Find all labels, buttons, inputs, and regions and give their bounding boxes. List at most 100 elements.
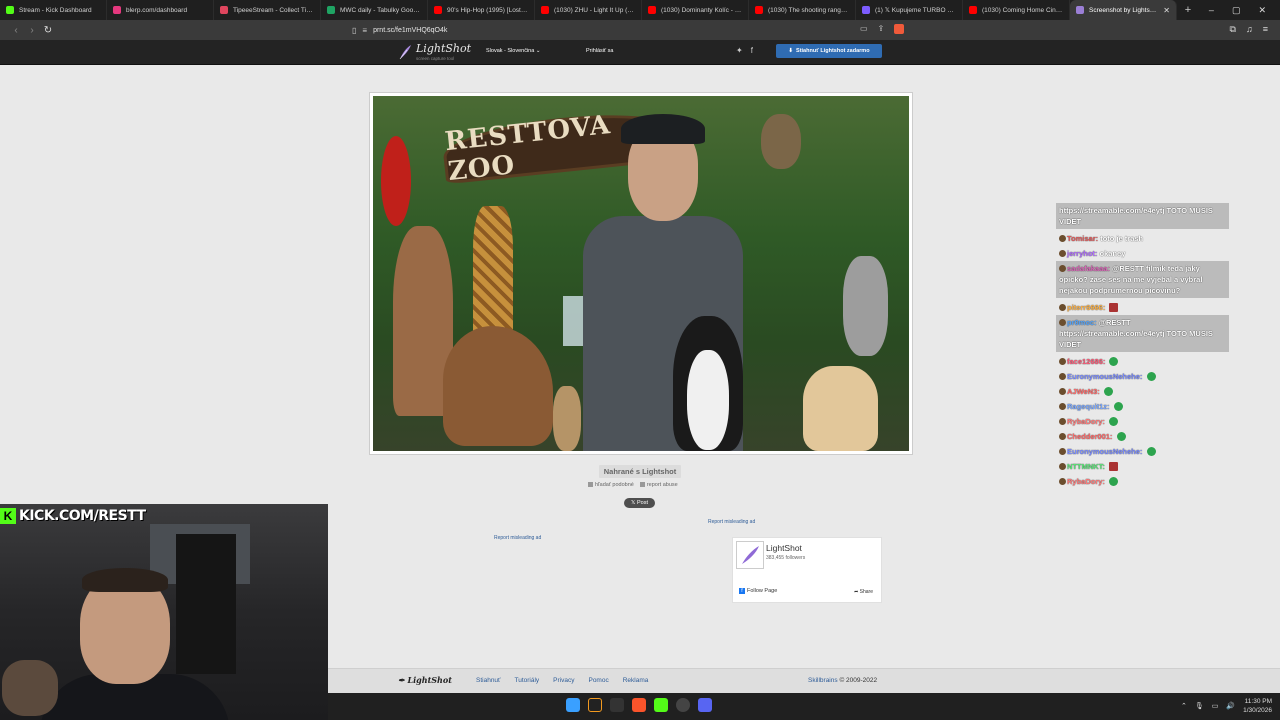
discord-icon[interactable]	[698, 698, 712, 712]
report-ad-link-left[interactable]: Report misleading ad	[494, 535, 541, 541]
tab-close-icon[interactable]: ✕	[1163, 6, 1170, 15]
chat-username[interactable]: Tomisar:	[1067, 234, 1098, 243]
close-window-icon[interactable]: ✕	[1258, 5, 1266, 16]
chat-message: face12686:	[1056, 354, 1229, 369]
webcam-overlay: K KICK.COM/RESTT	[0, 504, 328, 720]
chat-username[interactable]: Chedder001:	[1067, 432, 1112, 441]
lightshot-logo[interactable]: LightShot screen capture tool	[398, 43, 471, 61]
tab-title: blerp.com/dashboard	[126, 6, 188, 14]
mic-icon[interactable]: 🎙	[1195, 702, 1204, 710]
clock[interactable]: 11:30 PM 1/30/2026	[1243, 697, 1272, 715]
chat-username[interactable]: EuronymousNehehe:	[1067, 372, 1142, 381]
man-cap	[621, 114, 705, 144]
footer-logo[interactable]: ✒ LightShot	[398, 675, 452, 685]
meerkat-figure	[553, 386, 581, 451]
x-post-button[interactable]: 𝕏 Post	[624, 498, 655, 508]
kick-app-icon[interactable]	[654, 698, 668, 712]
chat-username[interactable]: sadafakaaa:	[1067, 264, 1110, 273]
chevron-down-icon: ⌄	[535, 48, 541, 54]
fb-page-name[interactable]: LightShot	[766, 543, 802, 553]
lightshot-header: LightShot screen capture tool Slovak - S…	[0, 40, 1280, 65]
chat-username[interactable]: jerryhot:	[1067, 249, 1097, 258]
url-field[interactable]: ▯ ≡ prnt.sc/fe1mVHQ6qO4k	[352, 23, 912, 37]
maximize-icon[interactable]: ▢	[1232, 5, 1241, 16]
chat-username[interactable]: AJWeN3:	[1067, 387, 1100, 396]
footer-link-tutorials[interactable]: Tutoriály	[514, 677, 539, 684]
minimize-icon[interactable]: –	[1209, 5, 1214, 15]
chat-username[interactable]: RybaDory:	[1067, 477, 1105, 486]
report-ad-link-right[interactable]: Report misleading ad	[708, 519, 755, 525]
bookmark-icon[interactable]: ▯	[352, 26, 356, 35]
language-select[interactable]: Slovak - Slovenčina ⌄	[486, 48, 540, 54]
lemur-figure	[843, 256, 888, 356]
footer-link-download[interactable]: Stiahnuť	[476, 677, 500, 684]
login-link[interactable]: Prihlásiť sa	[586, 48, 613, 54]
follow-page-button[interactable]: f Follow Page	[739, 588, 777, 594]
chat-username[interactable]: Ragequit1z:	[1067, 402, 1110, 411]
cast-icon[interactable]: ▭	[860, 24, 868, 34]
browser-tab[interactable]: MWC daily - Tabulky Google	[321, 0, 428, 20]
windows-start-icon[interactable]	[566, 698, 580, 712]
chevron-up-icon[interactable]: ⌃	[1181, 702, 1187, 710]
chat-username[interactable]: NTTMNKT:	[1067, 462, 1105, 471]
chat-text: toto je trash	[1100, 234, 1144, 243]
chat-username[interactable]: piterr6666:	[1067, 303, 1105, 312]
skillbrains-link[interactable]: Skillbrains	[808, 677, 838, 684]
share-icon[interactable]: ⇪	[878, 24, 885, 34]
find-similar-label: hľadať podobné	[595, 482, 634, 488]
browser-tab[interactable]: (1) 𝕏 Kupujeme TURBO na po	[856, 0, 963, 20]
forward-arrow-icon[interactable]: ›	[24, 25, 40, 36]
address-bar: ‹ › ↻ ▯ ≡ prnt.sc/fe1mVHQ6qO4k ▭ ⇪ ⧉ ♫ ≡	[0, 20, 1280, 40]
fl-studio-icon[interactable]	[588, 698, 602, 712]
volume-icon[interactable]: 🔊	[1226, 702, 1235, 710]
chat-message: EuronymousNehehe:	[1056, 369, 1229, 384]
download-button[interactable]: ⬇ Stiahnuť Lightshot zadarmo	[776, 44, 882, 58]
chat-username[interactable]: face12686:	[1067, 357, 1105, 366]
menu-icon[interactable]: ≡	[1263, 24, 1268, 35]
extensions-icon[interactable]: ⧉	[1230, 24, 1236, 35]
report-abuse-link[interactable]: report abuse	[639, 482, 678, 488]
browser-tab[interactable]: Screenshot by Lightshot ✕	[1070, 0, 1177, 20]
browser-tab[interactable]: (1030) ZHU - Light It Up (feat.	[535, 0, 642, 20]
terminal-icon[interactable]	[610, 698, 624, 712]
site-info-icon[interactable]: ≡	[362, 26, 367, 35]
feather-icon	[399, 45, 411, 60]
emote-icon	[1109, 303, 1119, 312]
browser-tab[interactable]: blerp.com/dashboard	[107, 0, 214, 20]
browser-tab[interactable]: Stream - Kick Dashboard	[0, 0, 107, 20]
download-label: Stiahnuť Lightshot zadarmo	[796, 48, 870, 54]
facebook-icon[interactable]: f	[751, 46, 753, 55]
browser-tab[interactable]: 90's Hip-Hop (1995) [Lost Der	[428, 0, 535, 20]
facebook-icon: f	[739, 588, 745, 594]
footer-links: Stiahnuť Tutoriály Privacy Pomoc Reklama	[476, 677, 648, 684]
back-arrow-icon[interactable]: ‹	[8, 25, 24, 36]
footer-link-privacy[interactable]: Privacy	[553, 677, 574, 684]
chat-username[interactable]: EuronymousNehehe:	[1067, 447, 1142, 456]
badge-icon	[1059, 418, 1066, 425]
cam-background-door	[176, 534, 236, 674]
emote-icon	[1103, 387, 1113, 396]
reload-icon[interactable]: ↻	[40, 25, 56, 36]
obs-icon[interactable]	[676, 698, 690, 712]
network-icon[interactable]: ▭	[1212, 702, 1219, 710]
new-tab-button[interactable]: +	[1177, 0, 1199, 20]
footer-link-ads[interactable]: Reklama	[623, 677, 649, 684]
media-icon[interactable]: ♫	[1246, 24, 1253, 35]
browser-tab[interactable]: TipeeeStream - Collect Tips wi	[214, 0, 321, 20]
chat-message: Tomisar: toto je trash	[1056, 231, 1229, 246]
browser-tab[interactable]: (1030) Dominanty Kolíc - ZOO	[642, 0, 749, 20]
chat-username[interactable]: RybaDory:	[1067, 417, 1105, 426]
twitter-icon[interactable]: ✦	[736, 46, 743, 55]
tab-favicon-icon	[541, 6, 549, 14]
browser-tab[interactable]: (1030) Coming Home Cinemati	[963, 0, 1070, 20]
lightshot-avatar[interactable]	[736, 541, 764, 569]
chat-username[interactable]: pr0moc:	[1067, 318, 1097, 327]
brave-shield-icon[interactable]	[894, 24, 905, 34]
share-button[interactable]: ➦ Share	[854, 589, 873, 595]
browser-tab[interactable]: (1030) The shooting range whe	[749, 0, 856, 20]
find-similar-link[interactable]: hľadať podobné	[588, 482, 634, 488]
brave-browser-icon[interactable]	[632, 698, 646, 712]
footer-link-help[interactable]: Pomoc	[588, 677, 608, 684]
screenshot-image[interactable]: RESTTOVA ZOO	[373, 96, 909, 451]
system-tray: ⌃ 🎙 ▭ 🔊 11:30 PM 1/30/2026	[1181, 697, 1272, 715]
